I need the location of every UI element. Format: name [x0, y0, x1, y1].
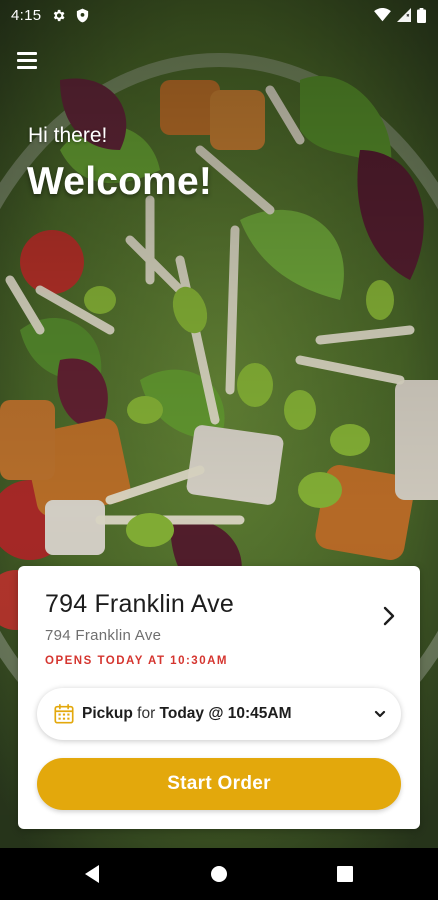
store-name: 794 Franklin Ave [45, 590, 234, 618]
shield-icon [76, 8, 89, 23]
back-icon[interactable] [80, 862, 104, 886]
gear-icon [51, 8, 66, 23]
calendar-icon [53, 703, 75, 725]
app-screen: 4:15 Hi there! Welcome! 794 Franklin Ave… [0, 0, 438, 848]
pickup-time-label: Pickup for Today @ 10:45AM [82, 705, 292, 723]
order-time-value: Today @ 10:45AM [159, 705, 292, 722]
wifi-icon [374, 8, 391, 22]
recents-icon[interactable] [333, 862, 357, 886]
status-time: 4:15 [11, 6, 42, 24]
navigation-bar [0, 848, 438, 900]
store-card: 794 Franklin Ave 794 Franklin Ave OPENS … [18, 566, 420, 829]
cell-signal-icon [397, 8, 411, 22]
store-address: 794 Franklin Ave [45, 627, 162, 644]
order-mode: Pickup [82, 705, 133, 722]
chevron-right-icon[interactable] [382, 606, 396, 626]
chevron-down-icon [373, 707, 387, 721]
hamburger-menu-icon[interactable] [17, 52, 39, 70]
greeting-text: Hi there! [28, 124, 108, 147]
welcome-heading: Welcome! [27, 160, 213, 203]
start-order-button[interactable]: Start Order [37, 758, 401, 810]
battery-icon [417, 7, 426, 23]
pickup-time-dropdown[interactable]: Pickup for Today @ 10:45AM [37, 688, 401, 740]
store-hours-status: OPENS TODAY AT 10:30AM [45, 655, 228, 667]
order-mode-connector: for [137, 705, 156, 722]
home-icon[interactable] [207, 862, 231, 886]
status-bar: 4:15 [0, 0, 438, 30]
store-selector[interactable]: 794 Franklin Ave 794 Franklin Ave OPENS … [18, 566, 420, 676]
